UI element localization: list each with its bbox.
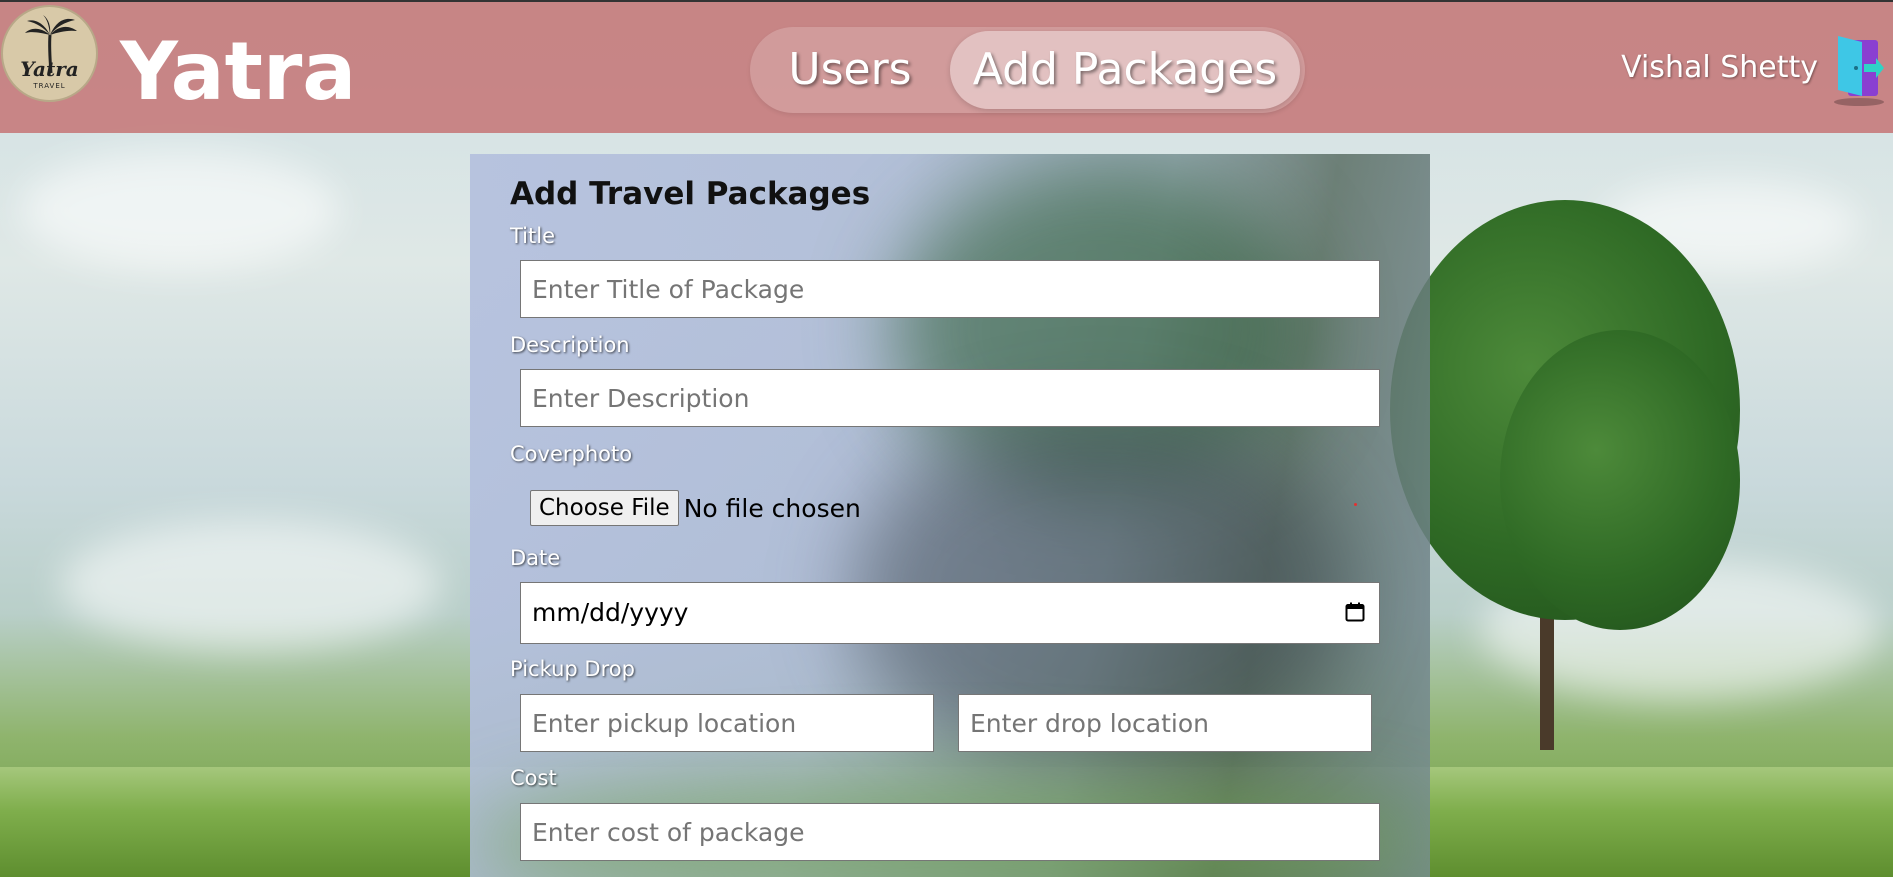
cost-label: Cost — [510, 766, 557, 790]
nav-add-packages-link[interactable]: Add Packages — [950, 31, 1300, 109]
date-input[interactable]: mm/dd/yyyy — [520, 582, 1380, 644]
nav-users-link[interactable]: Users — [770, 31, 930, 109]
description-label: Description — [510, 333, 630, 357]
date-value: mm/dd/yyyy — [532, 598, 689, 627]
title-input[interactable] — [520, 260, 1380, 318]
logout-shadow — [1834, 98, 1884, 106]
red-dot — [1354, 503, 1357, 506]
pickup-drop-label: Pickup Drop — [510, 657, 635, 681]
cost-input[interactable] — [520, 803, 1380, 861]
calendar-icon[interactable] — [1345, 602, 1365, 622]
description-input[interactable] — [520, 369, 1380, 427]
logout-button[interactable] — [1834, 36, 1884, 106]
file-status: No file chosen — [683, 493, 861, 523]
logo-text: Yatra — [20, 57, 79, 81]
coverphoto-label: Coverphoto — [510, 442, 633, 466]
choose-file-button[interactable]: Choose File — [530, 490, 679, 526]
nav-links: Users Add Packages — [750, 27, 1305, 113]
logo[interactable]: Yatra TRAVEL — [1, 5, 98, 102]
pickup-location-input[interactable] — [520, 694, 934, 752]
tree-canopy — [1500, 330, 1740, 630]
logo-subtext: TRAVEL — [33, 82, 66, 90]
cloud — [60, 520, 440, 650]
brand-title[interactable]: Yatra — [120, 22, 356, 122]
logout-door-icon — [1838, 36, 1884, 96]
navbar: Yatra TRAVEL Yatra Users Add Packages Vi… — [0, 0, 1893, 133]
form-title: Add Travel Packages — [510, 176, 871, 212]
coverphoto-file-input[interactable]: Choose File No file chosen — [530, 490, 861, 526]
cloud — [20, 150, 340, 270]
add-package-form: Add Travel Packages Title Description Co… — [470, 154, 1430, 877]
date-label: Date — [510, 546, 561, 570]
drop-location-input[interactable] — [958, 694, 1372, 752]
title-label: Title — [510, 224, 556, 248]
username: Vishal Shetty — [1621, 50, 1818, 85]
